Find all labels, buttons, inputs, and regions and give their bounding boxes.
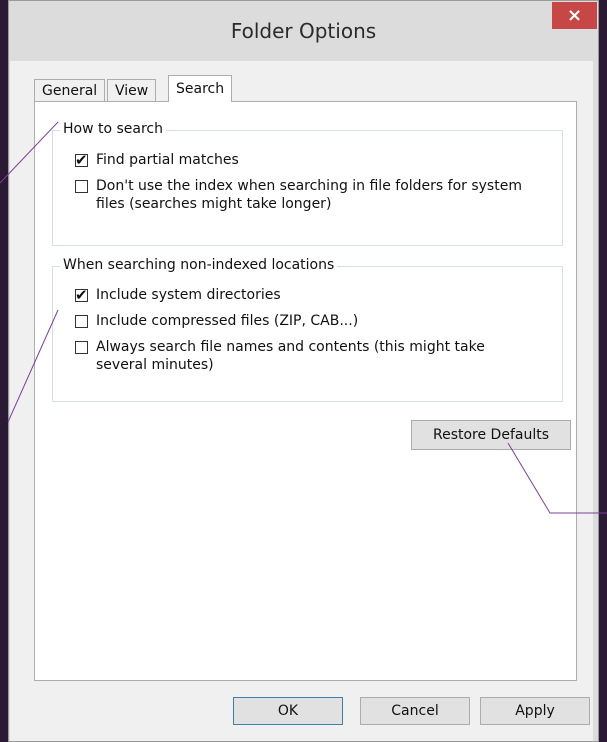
- checkmark-icon: ✔: [75, 286, 88, 304]
- always-search-contents-label: Always search file names and contents (t…: [96, 339, 485, 373]
- dont-use-index-option[interactable]: Don't use the index when searching in fi…: [75, 177, 565, 213]
- include-system-directories-label: Include system directories: [96, 287, 281, 303]
- how-to-search-legend: How to search: [60, 121, 167, 137]
- find-partial-matches-checkbox[interactable]: ✔: [75, 151, 88, 169]
- ok-button[interactable]: OK: [233, 697, 343, 725]
- restore-defaults-button[interactable]: Restore Defaults: [411, 420, 571, 450]
- dont-use-index-label: Don't use the index when searching in fi…: [96, 178, 522, 212]
- search-tab-panel: How to search ✔ Find partial matches Don…: [34, 101, 577, 681]
- how-to-search-group: How to search ✔ Find partial matches Don…: [52, 121, 565, 246]
- dont-use-index-checkbox[interactable]: [75, 180, 88, 193]
- close-icon: ×: [566, 5, 583, 26]
- find-partial-matches-label: Find partial matches: [96, 152, 239, 168]
- cancel-button[interactable]: Cancel: [360, 697, 470, 725]
- apply-button[interactable]: Apply: [480, 697, 590, 725]
- non-indexed-legend: When searching non-indexed locations: [60, 257, 338, 273]
- include-compressed-files-label: Include compressed files (ZIP, CAB...): [96, 313, 359, 329]
- dialog-body: General View Search How to search ✔ Find…: [10, 61, 593, 741]
- include-compressed-files-checkbox[interactable]: [75, 315, 88, 328]
- always-search-contents-option[interactable]: Always search file names and contents (t…: [75, 338, 565, 374]
- tab-general[interactable]: General: [34, 79, 106, 101]
- always-search-contents-checkbox[interactable]: [75, 341, 88, 354]
- window-title: Folder Options: [230, 19, 377, 43]
- include-system-directories-checkbox[interactable]: ✔: [75, 286, 88, 304]
- non-indexed-locations-group: When searching non-indexed locations ✔ I…: [52, 257, 565, 402]
- close-button[interactable]: ×: [552, 2, 597, 29]
- tab-search[interactable]: Search: [168, 75, 233, 102]
- folder-options-dialog: Folder Options × General View Search How…: [8, 0, 599, 742]
- title-bar[interactable]: Folder Options ×: [9, 1, 598, 61]
- tab-view[interactable]: View: [107, 79, 157, 101]
- find-partial-matches-option[interactable]: ✔ Find partial matches: [75, 151, 565, 169]
- include-system-directories-option[interactable]: ✔ Include system directories: [75, 286, 565, 304]
- checkmark-icon: ✔: [75, 151, 88, 169]
- include-compressed-files-option[interactable]: Include compressed files (ZIP, CAB...): [75, 312, 565, 330]
